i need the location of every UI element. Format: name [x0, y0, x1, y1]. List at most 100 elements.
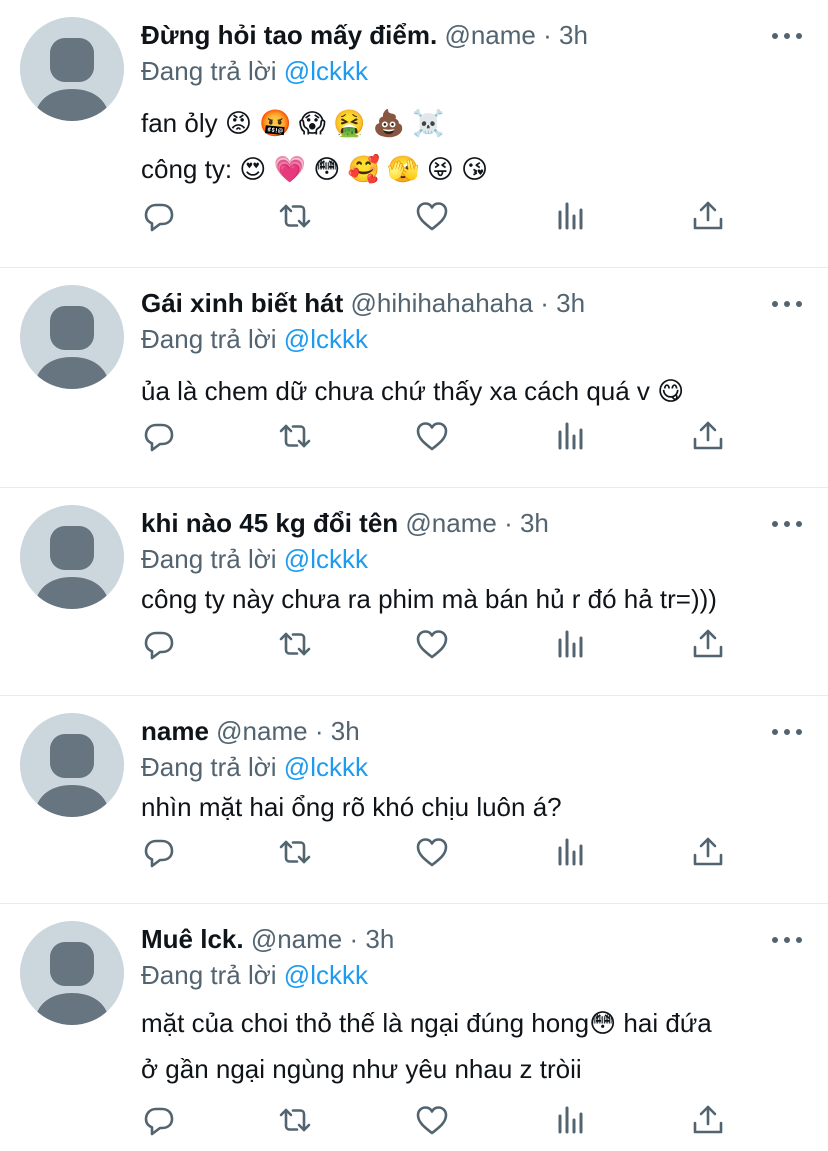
reply-label: Đang trả lời — [141, 752, 277, 782]
reply-mention-link[interactable]: @lckkk — [284, 960, 368, 990]
tweet-content: Đừng hỏi tao mấy điểm. @name · 3h Đang t… — [141, 16, 808, 192]
avatar[interactable] — [20, 285, 124, 389]
share-icon[interactable] — [690, 198, 726, 234]
reply-icon[interactable] — [141, 626, 177, 662]
more-icon[interactable] — [772, 510, 802, 538]
tweet[interactable]: Đừng hỏi tao mấy điểm. @name · 3h Đang t… — [0, 0, 828, 268]
avatar-icon — [34, 526, 110, 609]
tweet[interactable]: Gái xinh biết hát @hihihahahaha · 3h Đan… — [0, 268, 828, 488]
tweet[interactable]: name @name · 3h Đang trả lời @lckkk nhìn… — [0, 696, 828, 904]
timestamp[interactable]: 3h — [365, 924, 394, 954]
timestamp[interactable]: 3h — [556, 288, 585, 318]
tweet-actions — [141, 834, 723, 870]
share-icon[interactable] — [690, 1102, 726, 1138]
timestamp[interactable]: 3h — [559, 20, 588, 50]
tweet-content: Muê lck. @name · 3h Đang trả lời @lckkk … — [141, 920, 808, 1092]
separator-dot: · — [349, 924, 359, 954]
tweet-actions — [141, 626, 723, 662]
reply-context: Đang trả lời @lckkk — [141, 958, 808, 992]
avatar[interactable] — [20, 713, 124, 817]
reply-label: Đang trả lời — [141, 960, 277, 990]
tweet-content: Gái xinh biết hát @hihihahahaha · 3h Đan… — [141, 284, 808, 414]
analytics-icon[interactable] — [553, 626, 589, 662]
tweet-header: name @name · 3h — [141, 712, 808, 750]
user-handle[interactable]: @name — [251, 924, 342, 954]
display-name[interactable]: name — [141, 716, 209, 746]
reply-icon[interactable] — [141, 834, 177, 870]
avatar[interactable] — [20, 505, 124, 609]
separator-dot: · — [314, 716, 324, 746]
tweet-header: Đừng hỏi tao mấy điểm. @name · 3h — [141, 16, 808, 54]
reply-context: Đang trả lời @lckkk — [141, 542, 808, 576]
tweet-content: khi nào 45 kg đổi tên @name · 3h Đang tr… — [141, 504, 808, 622]
analytics-icon[interactable] — [553, 1102, 589, 1138]
tweet-text-line: công ty: 😍 💗 😳 🥰 🫣 😝 😘 — [141, 154, 489, 184]
avatar[interactable] — [20, 17, 124, 121]
separator-dot: · — [540, 288, 549, 318]
tweet-text-line: nhìn mặt hai ổng rõ khó chịu luôn á? — [141, 792, 562, 822]
timestamp[interactable]: 3h — [331, 716, 360, 746]
user-handle[interactable]: @hihihahahaha — [350, 288, 533, 318]
display-name[interactable]: Gái xinh biết hát — [141, 288, 343, 318]
reply-label: Đang trả lời — [141, 544, 277, 574]
reply-icon[interactable] — [141, 418, 177, 454]
reply-context: Đang trả lời @lckkk — [141, 54, 808, 88]
reply-context: Đang trả lời @lckkk — [141, 322, 808, 356]
tweet[interactable]: Muê lck. @name · 3h Đang trả lời @lckkk … — [0, 904, 828, 1151]
reply-label: Đang trả lời — [141, 324, 277, 354]
timestamp[interactable]: 3h — [520, 508, 549, 538]
user-handle[interactable]: @name — [405, 508, 496, 538]
reply-mention-link[interactable]: @lckkk — [284, 56, 368, 86]
tweet-actions — [141, 198, 723, 234]
reply-mention-link[interactable]: @lckkk — [284, 324, 368, 354]
analytics-icon[interactable] — [553, 198, 589, 234]
more-icon[interactable] — [772, 290, 802, 318]
like-icon[interactable] — [414, 418, 450, 454]
tweet-text-line: ở gần ngại ngùng như yêu nhau z tròii — [141, 1054, 582, 1084]
analytics-icon[interactable] — [553, 418, 589, 454]
retweet-icon[interactable] — [277, 418, 313, 454]
retweet-icon[interactable] — [277, 198, 313, 234]
retweet-icon[interactable] — [277, 626, 313, 662]
retweet-icon[interactable] — [277, 1102, 313, 1138]
like-icon[interactable] — [414, 834, 450, 870]
more-icon[interactable] — [772, 926, 802, 954]
tweet-text-line: mặt của choi thỏ thế là ngại đúng hong😳 … — [141, 1008, 712, 1038]
like-icon[interactable] — [414, 626, 450, 662]
display-name[interactable]: Đừng hỏi tao mấy điểm. — [141, 20, 437, 50]
tweet-text-line: công ty này chưa ra phim mà bán hủ r đó … — [141, 584, 717, 614]
display-name[interactable]: Muê lck. — [141, 924, 244, 954]
reply-label: Đang trả lời — [141, 56, 277, 86]
more-icon[interactable] — [772, 718, 802, 746]
tweet-text-line: ủa là chem dữ chưa chứ thấy xa cách quá … — [141, 376, 685, 406]
like-icon[interactable] — [414, 198, 450, 234]
share-icon[interactable] — [690, 834, 726, 870]
more-icon[interactable] — [772, 22, 802, 50]
reply-mention-link[interactable]: @lckkk — [284, 544, 368, 574]
separator-dot: · — [543, 20, 552, 50]
tweet-content: name @name · 3h Đang trả lời @lckkk nhìn… — [141, 712, 808, 830]
avatar-icon — [34, 38, 110, 121]
reply-mention-link[interactable]: @lckkk — [284, 752, 368, 782]
share-icon[interactable] — [690, 626, 726, 662]
retweet-icon[interactable] — [277, 834, 313, 870]
tweet-actions — [141, 418, 723, 454]
user-handle[interactable]: @name — [444, 20, 535, 50]
reply-icon[interactable] — [141, 198, 177, 234]
tweet[interactable]: khi nào 45 kg đổi tên @name · 3h Đang tr… — [0, 488, 828, 696]
reply-context: Đang trả lời @lckkk — [141, 750, 808, 784]
analytics-icon[interactable] — [553, 834, 589, 870]
avatar-icon — [34, 942, 110, 1025]
avatar-icon — [34, 306, 110, 389]
separator-dot: · — [504, 508, 513, 538]
avatar[interactable] — [20, 921, 124, 1025]
user-handle[interactable]: @name — [216, 716, 307, 746]
tweet-actions — [141, 1102, 723, 1138]
reply-icon[interactable] — [141, 1102, 177, 1138]
display-name[interactable]: khi nào 45 kg đổi tên — [141, 508, 398, 538]
share-icon[interactable] — [690, 418, 726, 454]
tweet-text-line: fan ỏly 😡 🤬 😱 🤮 💩 ☠️ — [141, 108, 445, 138]
like-icon[interactable] — [414, 1102, 450, 1138]
tweet-header: Muê lck. @name · 3h — [141, 920, 808, 958]
reply-feed: Đừng hỏi tao mấy điểm. @name · 3h Đang t… — [0, 0, 828, 1151]
